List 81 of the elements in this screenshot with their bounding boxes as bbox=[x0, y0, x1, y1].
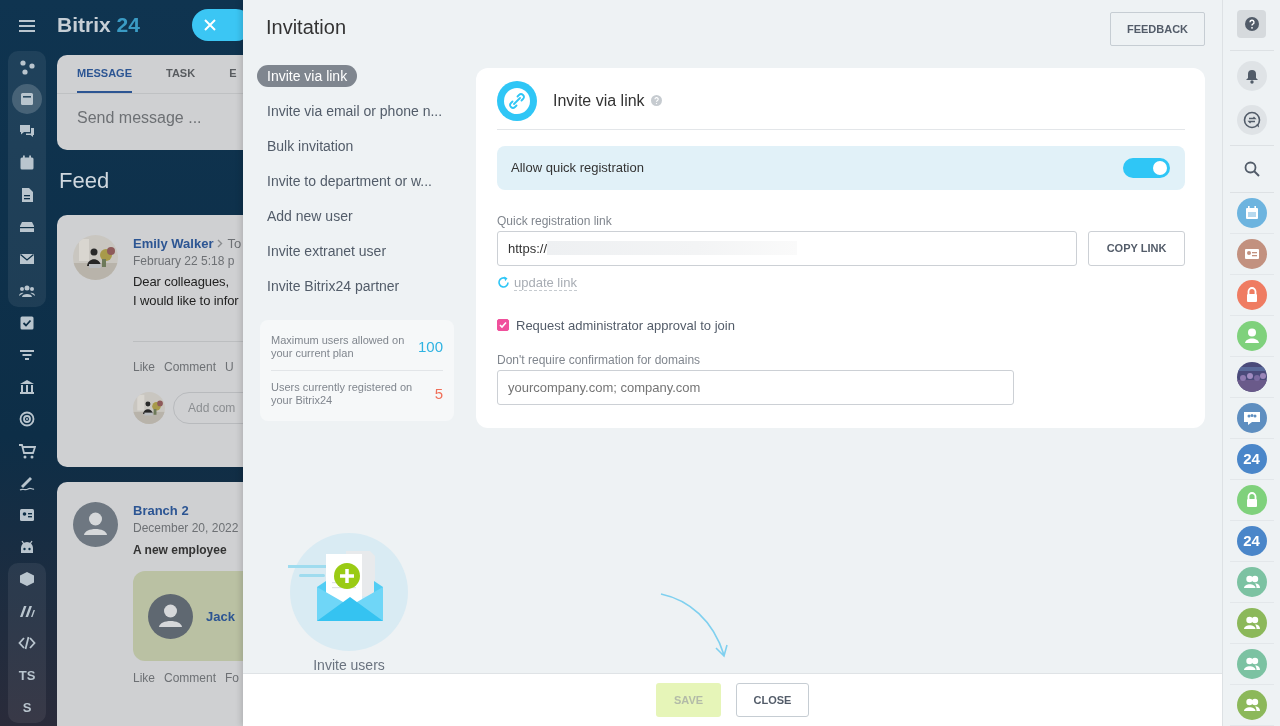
close-icon bbox=[203, 19, 216, 31]
domains-field[interactable]: yourcompany.com; company.com bbox=[497, 369, 1014, 405]
chevron-icon bbox=[217, 238, 224, 248]
help-button[interactable] bbox=[1237, 10, 1266, 38]
field-label: Don't require confirmation for domains bbox=[497, 352, 702, 367]
menu-item[interactable]: TS bbox=[18, 667, 36, 683]
app-logo[interactable]: 24 bbox=[1236, 525, 1267, 556]
invite-menu-item[interactable]: Invite extranet user bbox=[257, 239, 397, 262]
close-button[interactable]: CLOSE bbox=[736, 682, 809, 717]
checkbox[interactable] bbox=[497, 319, 509, 332]
action-link[interactable]: Comment bbox=[164, 671, 217, 685]
post-text: I would like to infor bbox=[133, 293, 240, 308]
action-link[interactable]: Like bbox=[133, 360, 155, 374]
chat-icon[interactable] bbox=[18, 122, 36, 140]
invite-menu-item[interactable]: Invite to department or w... bbox=[257, 169, 442, 192]
calendar-icon[interactable] bbox=[18, 154, 36, 172]
field-label: Quick registration link bbox=[497, 213, 613, 228]
chat-icon bbox=[1242, 111, 1261, 129]
user-avatar-icon bbox=[73, 502, 118, 547]
lock-icon[interactable] bbox=[1236, 279, 1267, 310]
curved-arrow bbox=[660, 591, 730, 658]
sites-icon[interactable] bbox=[18, 58, 36, 76]
app-logo[interactable]: 24 bbox=[1236, 443, 1267, 474]
invite-menu-item[interactable]: Bulk invitation bbox=[257, 134, 364, 157]
invite-menu-item[interactable]: Invite Bitrix24 partner bbox=[257, 274, 410, 297]
close-button[interactable] bbox=[191, 9, 243, 41]
composer-tab[interactable]: E bbox=[229, 55, 237, 93]
action-link[interactable]: Comment bbox=[164, 360, 217, 374]
bell-icon bbox=[1244, 68, 1259, 84]
illustration-caption: Invite users bbox=[313, 656, 385, 673]
author-link[interactable]: Branch 2 bbox=[133, 502, 189, 518]
cart-icon[interactable] bbox=[18, 442, 36, 460]
user-link[interactable]: Jack bbox=[206, 608, 235, 624]
invite-menu-item[interactable]: Invite via email or phone n... bbox=[257, 99, 453, 122]
action-link[interactable]: Fo bbox=[225, 671, 240, 685]
messenger-button[interactable] bbox=[1236, 105, 1267, 135]
target-icon[interactable] bbox=[18, 410, 36, 428]
post-date: February 22 5:18 p bbox=[133, 254, 236, 268]
help-icon bbox=[1244, 17, 1259, 31]
recipient-text: To bbox=[227, 235, 242, 251]
cube-icon[interactable] bbox=[18, 570, 36, 588]
search-icon[interactable] bbox=[1243, 160, 1260, 177]
link-icon bbox=[497, 80, 537, 121]
message-field[interactable]: Send message ... bbox=[57, 94, 243, 142]
limit-label: Users currently registered on your Bitrix24 bbox=[271, 380, 414, 407]
author-link[interactable]: Emily Walker bbox=[133, 235, 214, 251]
feed-icon[interactable] bbox=[12, 84, 42, 114]
logo: Bitrix 24 bbox=[57, 13, 140, 37]
limit-value: 100 bbox=[417, 338, 443, 356]
invite-menu-item[interactable]: Invite via link bbox=[257, 64, 358, 87]
limit-label: Maximum users allowed on your current plan bbox=[271, 333, 406, 360]
toggle-label: Allow quick registration bbox=[511, 160, 644, 176]
menu-item[interactable]: S bbox=[22, 699, 32, 715]
action-link[interactable]: U bbox=[225, 360, 234, 374]
action-link[interactable]: Like bbox=[133, 671, 155, 685]
bank-icon[interactable] bbox=[18, 378, 36, 396]
toggle-switch[interactable] bbox=[1123, 157, 1170, 178]
feed-title: Feed bbox=[59, 168, 111, 195]
card-title: Invite via link bbox=[553, 91, 645, 110]
task-icon[interactable] bbox=[18, 314, 36, 332]
post-text: Dear colleagues, bbox=[133, 274, 230, 289]
copy-link-button[interactable]: COPY LINK bbox=[1088, 230, 1185, 266]
menu-icon[interactable] bbox=[19, 18, 35, 33]
group-chat-icon[interactable] bbox=[1236, 402, 1267, 433]
signature-icon[interactable] bbox=[18, 474, 36, 492]
robot-icon[interactable] bbox=[18, 538, 36, 556]
update-link[interactable]: update link bbox=[514, 274, 577, 291]
post-headline: A new employee bbox=[133, 543, 228, 557]
link-field[interactable]: https:// bbox=[497, 230, 1077, 266]
composer-tab[interactable]: MESSAGE bbox=[77, 55, 132, 93]
invite-menu-item[interactable]: Add new user bbox=[257, 204, 363, 227]
checkbox-label: Request administrator approval to join bbox=[516, 317, 735, 333]
code-icon[interactable] bbox=[18, 634, 36, 652]
composer-tab[interactable]: TASK bbox=[166, 55, 196, 93]
feedback-button[interactable]: FEEDBACK bbox=[1110, 12, 1205, 46]
user-avatar-icon bbox=[148, 593, 193, 639]
panel-title: Invitation bbox=[266, 16, 347, 39]
limit-value: 5 bbox=[434, 385, 443, 403]
post-date: December 20, 2022 bbox=[133, 521, 240, 535]
notifications-button[interactable] bbox=[1236, 61, 1267, 91]
contact-card-icon[interactable] bbox=[18, 506, 36, 524]
